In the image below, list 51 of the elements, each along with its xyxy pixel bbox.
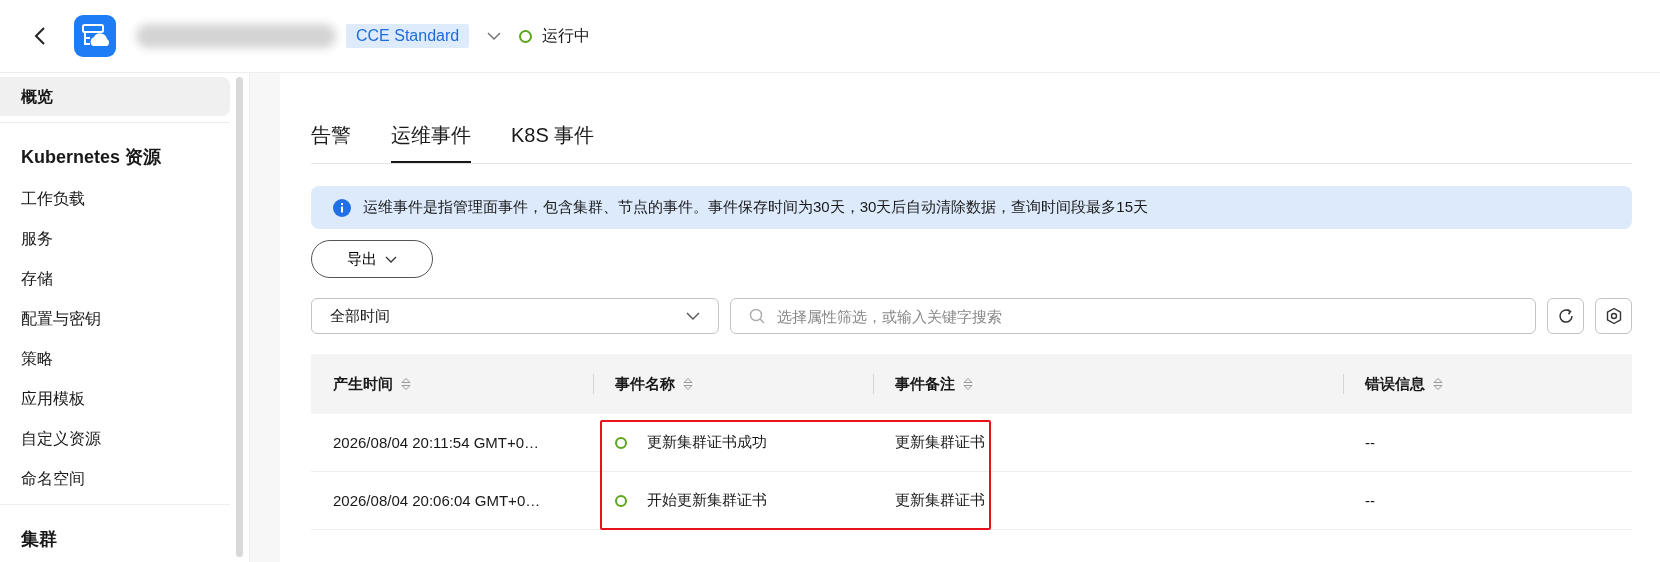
sidebar-item[interactable]: 服务 bbox=[0, 219, 230, 258]
sort-icon[interactable] bbox=[401, 377, 411, 391]
table-cell: 2026/08/04 20:06:04 GMT+0… bbox=[333, 492, 541, 509]
sidebar-item[interactable]: 存储 bbox=[0, 259, 230, 298]
sidebar-item[interactable]: 配置与密钥 bbox=[0, 299, 230, 338]
export-button[interactable]: 导出 bbox=[311, 240, 433, 278]
sidebar-heading: Kubernetes 资源 bbox=[0, 122, 230, 179]
status-dot bbox=[615, 436, 627, 449]
table-cell: -- bbox=[1365, 492, 1375, 509]
table-cell: 更新集群证书 bbox=[895, 491, 985, 510]
sort-icon[interactable] bbox=[963, 377, 973, 391]
info-icon bbox=[333, 198, 351, 217]
table-cell: 开始更新集群证书 bbox=[647, 491, 767, 510]
tab[interactable]: K8S 事件 bbox=[511, 122, 595, 163]
sidebar-item[interactable]: 策略 bbox=[0, 339, 230, 378]
column-header: 事件备注 bbox=[895, 374, 955, 394]
table-cell: 更新集群证书 bbox=[895, 433, 985, 452]
cluster-status: 运行中 bbox=[542, 25, 591, 46]
refresh-button[interactable] bbox=[1547, 298, 1584, 334]
sort-icon[interactable] bbox=[1433, 377, 1443, 391]
settings-icon bbox=[1604, 307, 1623, 325]
cluster-cloud-icon bbox=[74, 15, 116, 57]
sidebar-item[interactable]: 自定义资源 bbox=[0, 419, 230, 458]
search-field[interactable]: 选择属性筛选，或输入关键字搜索 bbox=[730, 298, 1536, 334]
time-range-select[interactable]: 全部时间 bbox=[311, 298, 719, 334]
settings-button[interactable] bbox=[1595, 298, 1632, 334]
tab[interactable]: 运维事件 bbox=[391, 122, 471, 163]
sidebar-item[interactable]: 命名空间 bbox=[0, 459, 230, 498]
search-icon bbox=[749, 308, 765, 324]
tab[interactable]: 告警 bbox=[311, 122, 351, 163]
sidebar-item[interactable]: 概览 bbox=[0, 77, 230, 116]
info-text: 运维事件是指管理面事件，包含集群、节点的事件。事件保存时间为30天，30天后自动清除数据，查询时间段最多15天 bbox=[363, 198, 1149, 217]
cluster-type-badge: CCE Standard bbox=[346, 24, 470, 48]
sidebar-heading: 集群 bbox=[0, 504, 230, 561]
column-header: 事件名称 bbox=[615, 374, 675, 394]
table-cell: 更新集群证书成功 bbox=[647, 433, 767, 452]
caret-icon bbox=[385, 255, 397, 263]
sidebar-item[interactable]: 应用模板 bbox=[0, 379, 230, 418]
refresh-icon bbox=[1556, 307, 1575, 325]
table-cell: 2026/08/04 20:11:54 GMT+0… bbox=[333, 434, 540, 451]
caret-icon bbox=[487, 32, 502, 40]
back-icon bbox=[34, 26, 46, 46]
status-dot bbox=[519, 29, 533, 43]
column-header: 产生时间 bbox=[333, 374, 393, 394]
scrollbar[interactable] bbox=[236, 77, 243, 557]
caret-icon bbox=[686, 312, 700, 320]
sidebar-item[interactable]: 工作负载 bbox=[0, 179, 230, 218]
status-dot bbox=[615, 494, 627, 507]
table-cell: -- bbox=[1365, 434, 1375, 451]
sort-icon[interactable] bbox=[683, 377, 693, 391]
column-header: 错误信息 bbox=[1365, 374, 1425, 394]
